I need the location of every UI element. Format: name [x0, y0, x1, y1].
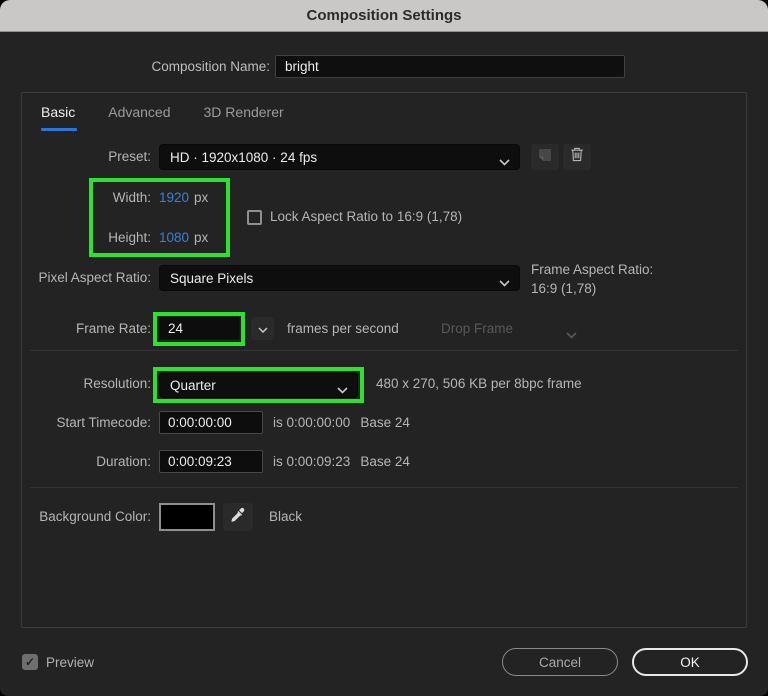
background-color-label: Background Color:	[22, 508, 151, 526]
save-preset-button[interactable]	[531, 144, 559, 170]
separator	[30, 350, 738, 351]
chevron-down-icon-disabled	[566, 326, 577, 344]
duration-info: is 0:00:09:23Base 24	[273, 453, 410, 471]
cancel-button[interactable]: Cancel	[502, 648, 618, 676]
lock-aspect-checkbox[interactable]	[247, 210, 262, 225]
preview-label: Preview	[46, 655, 94, 670]
preset-dropdown[interactable]: HD · 1920x1080 · 24 fps	[159, 144, 520, 170]
frame-rate-preset-button[interactable]	[251, 317, 274, 340]
tab-bar: Basic Advanced 3D Renderer	[41, 104, 284, 120]
pixel-aspect-ratio-value: Square Pixels	[170, 271, 253, 286]
width-value[interactable]: 1920px	[159, 189, 208, 207]
frame-aspect-ratio-value: 16:9 (1,78)	[531, 279, 653, 298]
delete-preset-button[interactable]	[563, 144, 591, 170]
separator	[30, 487, 738, 488]
trash-icon	[570, 147, 584, 167]
tab-advanced[interactable]: Advanced	[108, 104, 170, 120]
start-timecode-label: Start Timecode:	[22, 414, 151, 432]
resolution-dropdown[interactable]: Quarter	[159, 372, 358, 398]
frame-rate-unit: frames per second	[287, 320, 399, 338]
preview-checkbox[interactable]: ✓	[22, 654, 38, 670]
checkmark-icon: ✓	[25, 655, 35, 669]
eyedropper-button[interactable]	[223, 503, 253, 531]
active-tab-underline	[41, 128, 77, 131]
chevron-down-icon	[499, 275, 510, 290]
frame-rate-label: Frame Rate:	[22, 320, 151, 338]
tab-3d-renderer[interactable]: 3D Renderer	[204, 104, 284, 120]
eyedropper-icon	[230, 507, 246, 528]
preview-toggle[interactable]: ✓ Preview	[22, 654, 94, 670]
dialog-body: Composition Name: Basic Advanced 3D Rend…	[0, 32, 768, 696]
height-label: Height:	[22, 229, 151, 247]
frame-aspect-ratio: Frame Aspect Ratio: 16:9 (1,78)	[531, 260, 653, 298]
duration-input[interactable]	[159, 450, 263, 473]
height-value[interactable]: 1080px	[159, 229, 208, 247]
chevron-down-icon	[258, 320, 268, 338]
frame-rate-input[interactable]	[159, 317, 240, 340]
save-preset-icon	[538, 148, 552, 167]
preset-label: Preset:	[22, 148, 151, 166]
lock-aspect-label: Lock Aspect Ratio to 16:9 (1,78)	[270, 208, 462, 226]
duration-label: Duration:	[22, 453, 151, 471]
frame-aspect-ratio-label: Frame Aspect Ratio:	[531, 260, 653, 279]
pixel-aspect-ratio-dropdown[interactable]: Square Pixels	[159, 265, 520, 291]
dialog-title: Composition Settings	[307, 7, 462, 24]
composition-name-input[interactable]	[275, 55, 625, 78]
preset-value: HD · 1920x1080 · 24 fps	[170, 150, 317, 165]
resolution-info: 480 x 270, 506 KB per 8bpc frame	[376, 375, 582, 393]
resolution-label: Resolution:	[22, 375, 151, 393]
title-bar[interactable]: Composition Settings	[0, 0, 768, 32]
start-timecode-input[interactable]	[159, 411, 263, 434]
pixel-aspect-ratio-label: Pixel Aspect Ratio:	[22, 269, 151, 287]
chevron-down-icon	[337, 382, 348, 397]
background-color-name: Black	[269, 508, 302, 526]
ok-button[interactable]: OK	[632, 648, 748, 676]
drop-frame-dropdown: Drop Frame	[441, 320, 513, 338]
composition-name-label: Composition Name:	[0, 59, 270, 74]
tab-basic[interactable]: Basic	[41, 104, 75, 120]
settings-panel: Basic Advanced 3D Renderer Preset: HD · …	[21, 92, 747, 628]
resolution-value: Quarter	[170, 378, 216, 393]
start-timecode-info: is 0:00:00:00Base 24	[273, 414, 410, 432]
width-label: Width:	[22, 189, 151, 207]
chevron-down-icon	[499, 154, 510, 169]
background-color-swatch[interactable]	[159, 503, 215, 531]
composition-settings-dialog: Composition Settings Composition Name: B…	[0, 0, 768, 696]
